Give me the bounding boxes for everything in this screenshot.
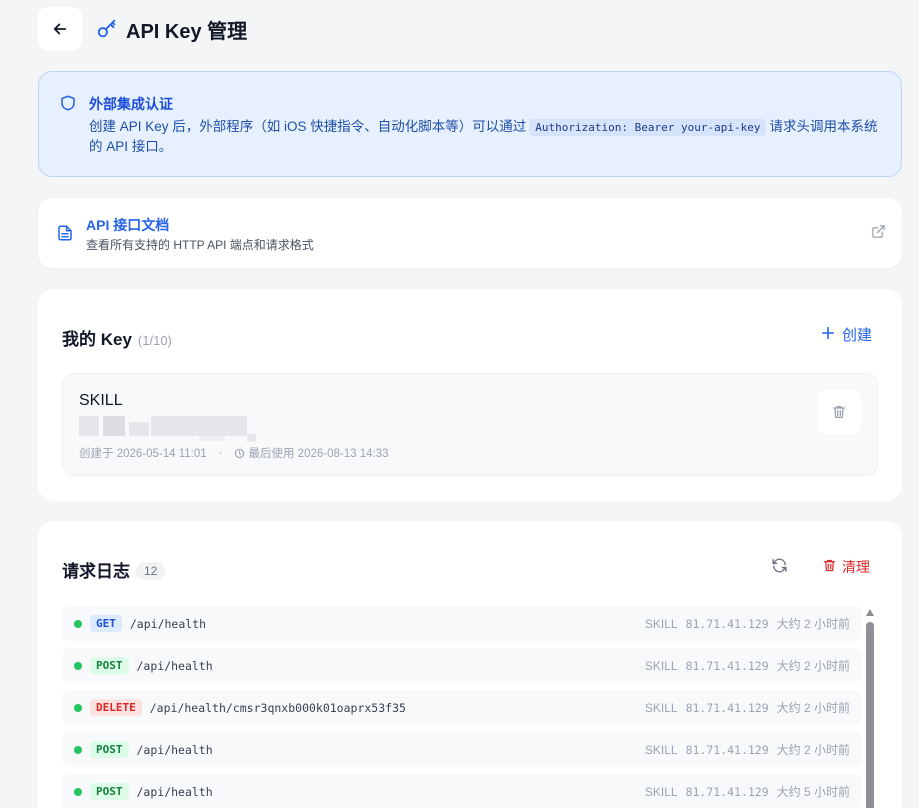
log-path: /api/health bbox=[129, 616, 207, 631]
log-ip: 81.71.41.129 bbox=[685, 784, 769, 799]
key-item: SKILL 创建于 2026-05-14 11:01 · 最后使用 2026-0… bbox=[62, 373, 878, 476]
status-dot bbox=[74, 787, 82, 796]
log-row[interactable]: POST /api/health SKILL 81.71.41.129 大约 2 小… bbox=[62, 648, 862, 683]
log-row[interactable]: POST /api/health SKILL 81.71.41.129 大约 2 小… bbox=[62, 732, 862, 767]
log-path: /api/health/cmsr3qnxb000k01oaprx53f35 bbox=[149, 700, 406, 715]
info-text-before: 创建 API Key 后，外部程序（如 iOS 快捷指令、自动化脚本等）可以通过 bbox=[89, 119, 527, 134]
my-keys-section: 我的 Key (1/10) 创建 SKILL 创建于 2026-05-14 11:… bbox=[38, 289, 902, 501]
trash-icon bbox=[822, 558, 837, 576]
log-row[interactable]: GET /api/health SKILL 81.71.41.129 大约 2 小时… bbox=[62, 606, 862, 641]
status-dot bbox=[74, 703, 82, 712]
log-time: 大约 2 小时前 bbox=[776, 617, 850, 631]
method-badge: POST bbox=[90, 783, 129, 800]
request-logs-section: 请求日志 12 清理 GET /api/health SKILL 81.71.41.… bbox=[38, 521, 902, 808]
refresh-icon bbox=[772, 558, 787, 573]
logs-count-badge: 12 bbox=[136, 562, 166, 580]
log-time: 大约 2 小时前 bbox=[776, 701, 850, 715]
docs-title: API 接口文档 bbox=[86, 217, 170, 233]
clock-icon bbox=[234, 448, 245, 459]
log-ip: 81.71.41.129 bbox=[685, 616, 769, 631]
log-row[interactable]: DELETE /api/health/cmsr3qnxb000k01oaprx5… bbox=[62, 690, 862, 725]
key-icon bbox=[97, 19, 116, 38]
log-row[interactable]: POST /api/health SKILL 81.71.41.129 大约 5 小… bbox=[62, 774, 862, 808]
status-dot bbox=[74, 661, 82, 670]
delete-key-button[interactable] bbox=[817, 390, 861, 434]
meta-separator: · bbox=[218, 447, 223, 459]
logs-section-title: 请求日志 12 bbox=[62, 557, 166, 582]
log-key-name: SKILL bbox=[644, 784, 678, 799]
trash-icon bbox=[833, 406, 845, 418]
external-link-icon bbox=[872, 225, 885, 238]
clear-logs-button[interactable]: 清理 bbox=[822, 557, 870, 577]
log-key-name: SKILL bbox=[644, 658, 678, 673]
keys-title-text: 我的 Key bbox=[62, 330, 132, 349]
info-description: 创建 API Key 后，外部程序（如 iOS 快捷指令、自动化脚本等）可以通过… bbox=[89, 117, 889, 157]
key-created: 创建于 2026-05-14 11:01 bbox=[79, 448, 207, 460]
log-ip: 81.71.41.129 bbox=[685, 658, 769, 673]
create-key-label: 创建 bbox=[841, 327, 872, 344]
log-time: 大约 5 小时前 bbox=[776, 785, 850, 799]
status-dot bbox=[74, 745, 82, 754]
integration-info-box: 外部集成认证 创建 API Key 后，外部程序（如 iOS 快捷指令、自动化脚… bbox=[38, 71, 902, 177]
clear-logs-label: 清理 bbox=[842, 559, 870, 575]
log-key-name: SKILL bbox=[644, 700, 678, 715]
status-dot bbox=[74, 619, 82, 628]
create-key-button[interactable]: 创建 bbox=[820, 324, 872, 345]
key-value-redacted bbox=[79, 416, 259, 442]
arrow-left-icon bbox=[53, 23, 67, 35]
log-path: /api/health bbox=[136, 784, 213, 799]
log-time: 大约 2 小时前 bbox=[776, 743, 850, 757]
scrollbar-thumb[interactable] bbox=[866, 622, 874, 808]
method-badge: GET bbox=[90, 615, 122, 632]
log-key-name: SKILL bbox=[644, 742, 678, 757]
log-ip: 81.71.41.129 bbox=[685, 742, 769, 757]
page-header: API Key 管理 bbox=[38, 7, 247, 51]
method-badge: DELETE bbox=[90, 699, 142, 716]
shield-icon bbox=[61, 95, 75, 111]
document-icon bbox=[58, 225, 72, 241]
method-badge: POST bbox=[90, 741, 129, 758]
key-meta: 创建于 2026-05-14 11:01 · 最后使用 2026-08-13 1… bbox=[79, 445, 388, 461]
keys-count: (1/10) bbox=[137, 333, 172, 348]
log-path: /api/health bbox=[136, 658, 213, 673]
method-badge: POST bbox=[90, 657, 129, 674]
log-path: /api/health bbox=[136, 742, 213, 757]
api-docs-link[interactable]: API 接口文档 查看所有支持的 HTTP API 端点和请求格式 bbox=[38, 198, 902, 268]
info-title: 外部集成认证 bbox=[89, 96, 173, 112]
auth-header-code: Authorization: Bearer your-api-key bbox=[529, 119, 767, 136]
plus-icon bbox=[820, 325, 836, 345]
back-button[interactable] bbox=[38, 7, 82, 51]
logs-list: GET /api/health SKILL 81.71.41.129 大约 2 小时… bbox=[62, 606, 862, 808]
log-time: 大约 2 小时前 bbox=[776, 659, 850, 673]
key-last-used: 最后使用 2026-08-13 14:33 bbox=[248, 448, 389, 460]
refresh-logs-button[interactable] bbox=[771, 557, 788, 579]
logs-title-text: 请求日志 bbox=[62, 562, 130, 581]
key-name: SKILL bbox=[79, 392, 123, 409]
log-key-name: SKILL bbox=[644, 616, 678, 631]
log-ip: 81.71.41.129 bbox=[685, 700, 769, 715]
docs-subtitle: 查看所有支持的 HTTP API 端点和请求格式 bbox=[86, 238, 314, 252]
keys-section-title: 我的 Key (1/10) bbox=[62, 325, 172, 350]
page-title: API Key 管理 bbox=[126, 20, 248, 43]
scroll-up-arrow[interactable] bbox=[866, 609, 874, 616]
